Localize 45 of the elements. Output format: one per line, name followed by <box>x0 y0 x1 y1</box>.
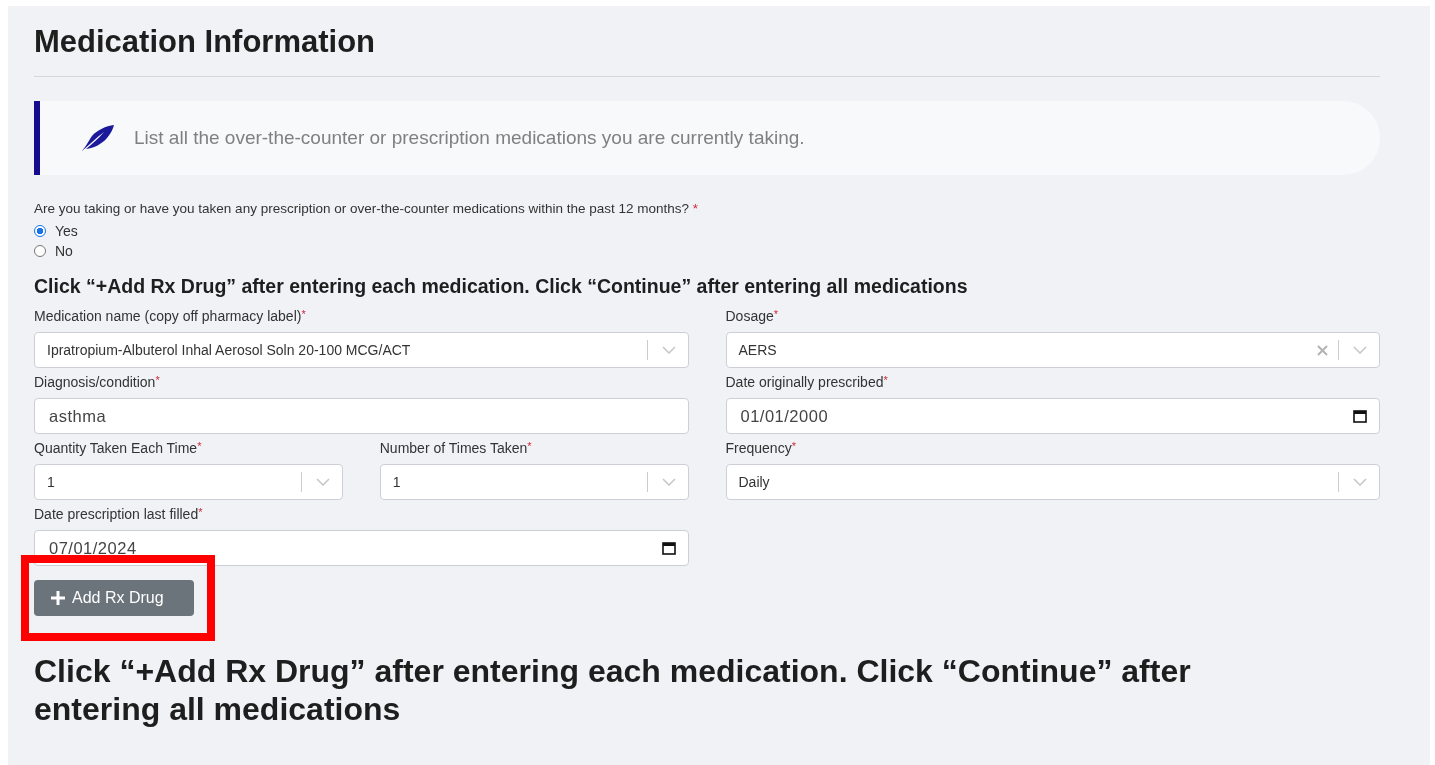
feather-icon <box>80 124 116 152</box>
required-mark: * <box>301 308 306 320</box>
section-title: Medication Information <box>34 24 376 61</box>
field-label: Diagnosis/condition <box>34 374 156 390</box>
calendar-icon <box>661 541 676 555</box>
required-mark: * <box>773 308 779 320</box>
field-label: Dosage <box>725 308 774 324</box>
required-mark: * <box>197 440 202 452</box>
select-field[interactable]: Ipratropium-Albuterol Inhal Aerosol Soln 20-100 MCG/ACT <box>34 332 689 368</box>
instruction-heading: Click “+Add Rx Drug” after entering each medication. Click “Continue” after entering all medications <box>34 652 1192 728</box>
field-label: Date originally prescribed <box>725 374 884 390</box>
chevron-down-icon <box>661 346 676 354</box>
radio-label[interactable]: No <box>55 243 73 259</box>
field-label: Medication name (copy off pharmacy label) <box>34 308 302 324</box>
chevron-down-icon <box>1353 478 1367 486</box>
clear-icon <box>1317 344 1328 356</box>
select-field[interactable]: Daily <box>725 464 1380 500</box>
chevron-down-icon <box>315 478 330 486</box>
required-mark: * <box>198 506 203 518</box>
required-mark: * <box>155 374 160 386</box>
radio-label[interactable]: Yes <box>55 223 78 239</box>
required-mark: * <box>692 201 699 216</box>
field-label: Frequency <box>725 440 792 456</box>
chevron-down-icon <box>661 478 676 486</box>
select-field[interactable]: 1 <box>379 464 689 500</box>
chevron-down-icon <box>1353 346 1367 354</box>
radio-button[interactable] <box>34 225 46 237</box>
question-text: Are you taking or have you taken any prescription or over-the-counter medications within the past 12 months? <box>34 201 691 216</box>
text-field[interactable]: asthma <box>34 398 689 434</box>
date-field[interactable]: 01/01/2000 <box>725 398 1380 434</box>
plus-icon <box>50 590 66 606</box>
calendar-icon <box>1353 409 1367 423</box>
required-mark: * <box>791 440 796 452</box>
field-label: Date prescription last filled <box>34 506 199 522</box>
callout-text: List all the over-the-counter or prescription medications you are currently taking. <box>134 127 805 149</box>
add-drug-button[interactable]: Add Rx Drug <box>34 580 194 616</box>
radio-button[interactable] <box>34 245 46 257</box>
required-mark: * <box>883 374 888 386</box>
field-label: Number of Times Taken <box>379 440 528 456</box>
instruction-text: Click “+Add Rx Drug” after entering each medication. Click “Continue” after entering all medications <box>34 275 969 298</box>
date-field[interactable]: 07/01/2024 <box>34 530 689 566</box>
required-mark: * <box>527 440 532 452</box>
select-field[interactable]: 1 <box>34 464 343 500</box>
field-label: Quantity Taken Each Time <box>34 440 198 456</box>
select-field[interactable]: AERS <box>725 332 1380 368</box>
